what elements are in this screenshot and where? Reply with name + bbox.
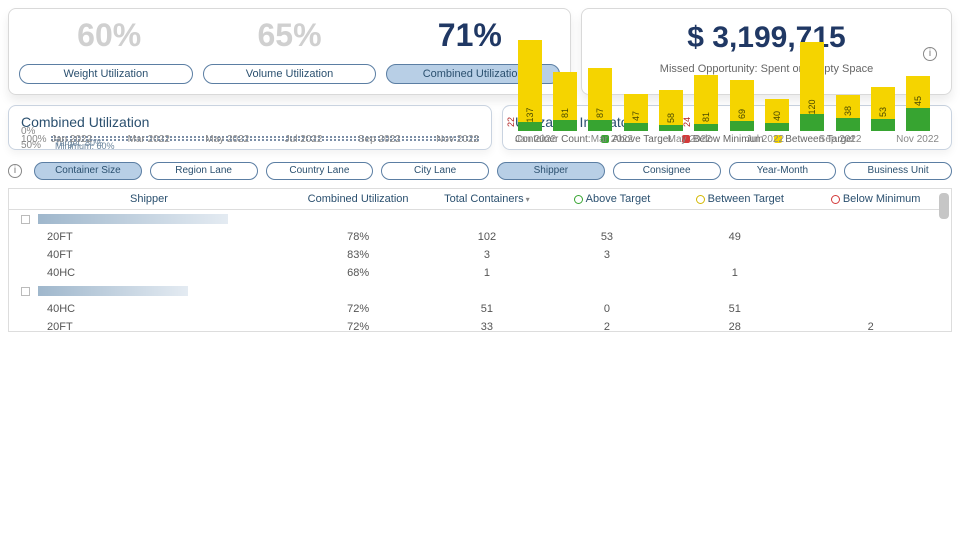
info-icon[interactable]: i — [923, 47, 937, 61]
filter-city-lane[interactable]: City Lane — [381, 162, 489, 180]
shipper-table: ShipperCombined UtilizationTotal Contain… — [9, 189, 939, 332]
legend-dot-icon — [574, 195, 583, 204]
kpi-tab-row: Weight Utilization Volume Utilization Co… — [19, 64, 560, 84]
kpi-weight-value: 60% — [77, 17, 141, 54]
x-tick: Jul 2022 — [746, 134, 784, 145]
table-group-row[interactable] — [9, 210, 939, 229]
kpi-missed-card: $ 3,199,715 Missed Opportunity: Spent on… — [581, 8, 952, 95]
kpi-combined-value: 71% — [438, 17, 502, 54]
missed-opportunity-value: $ 3,199,715 — [592, 21, 941, 55]
indicator-x-axis: Jan 2022 Mar 2022 May 2022 Jul 2022 Sep … — [515, 134, 939, 145]
info-icon[interactable]: i — [8, 164, 22, 178]
indicator-bar: 53 — [871, 87, 895, 131]
indicator-bar: 45 — [906, 76, 930, 131]
tab-volume-utilization[interactable]: Volume Utilization — [203, 64, 377, 84]
combined-x-axis: Jan 2022 Mar 2022 May 2022 Jul 2022 Sep … — [51, 134, 479, 145]
x-tick: Nov 2022 — [436, 134, 479, 145]
vertical-scrollbar[interactable] — [939, 193, 949, 327]
indicator-bar: 137 — [518, 40, 542, 131]
indicator-bar: 40 — [765, 99, 789, 131]
table-row[interactable]: 20FT78%1025349 — [9, 228, 939, 246]
checkbox-icon[interactable] — [21, 287, 30, 296]
x-tick: Nov 2022 — [896, 134, 939, 145]
x-tick: Sep 2022 — [358, 134, 401, 145]
table-row[interactable]: 40HC68%11 — [9, 264, 939, 282]
x-tick: Sep 2022 — [819, 134, 862, 145]
filter-region-lane[interactable]: Region Lane — [150, 162, 258, 180]
x-tick: May 2022 — [205, 134, 249, 145]
missed-opportunity-label: Missed Opportunity: Spent on Empty Space — [592, 63, 941, 75]
below-min-label: 24 — [682, 117, 692, 127]
indicator-bar: 58 — [659, 90, 683, 131]
utilization-indicator-panel: Utilization Indicator Container Count: A… — [502, 105, 952, 150]
x-tick: Mar 2022 — [128, 134, 170, 145]
shipper-table-wrap: ShipperCombined UtilizationTotal Contain… — [8, 188, 952, 332]
col-shipper[interactable]: Shipper — [9, 189, 289, 210]
col-above-target[interactable]: Above Target — [547, 189, 668, 210]
shipper-bar — [38, 286, 188, 296]
legend-dot-icon — [831, 195, 840, 204]
tab-weight-utilization[interactable]: Weight Utilization — [19, 64, 193, 84]
col-below-minimum[interactable]: Below Minimum — [802, 189, 939, 210]
indicator-bar: 38 — [836, 95, 860, 131]
col-between-target[interactable]: Between Target — [667, 189, 802, 210]
filter-row: i Container Size Region Lane Country Lane C… — [8, 162, 952, 180]
x-tick: Mar 2022 — [591, 134, 633, 145]
y-tick: 0% — [21, 126, 35, 137]
filter-year-month[interactable]: Year-Month — [729, 162, 837, 180]
col-combined-utilization[interactable]: Combined Utilization — [289, 189, 427, 210]
col-total-containers[interactable]: Total Containers▾ — [427, 189, 546, 210]
scrollbar-thumb[interactable] — [939, 193, 949, 219]
filter-business-unit[interactable]: Business Unit — [844, 162, 952, 180]
indicator-bar: 81 — [694, 75, 718, 131]
indicator-bar: 81 — [553, 72, 577, 131]
indicator-bar: 87 — [588, 68, 612, 131]
checkbox-icon[interactable] — [21, 215, 30, 224]
filter-shipper[interactable]: Shipper — [497, 162, 605, 180]
x-tick: Jul 2022 — [285, 134, 323, 145]
table-row[interactable]: 40HC72%51051 — [9, 300, 939, 318]
y-tick: 50% — [21, 140, 41, 151]
table-row[interactable]: 20FT72%332282 — [9, 318, 939, 332]
combined-utilization-title: Combined Utilization — [21, 114, 479, 130]
filter-container-size[interactable]: Container Size — [34, 162, 142, 180]
combined-utilization-chart: 100% 50% 0% Target: 80% Minimum: 60% Jan… — [21, 134, 479, 145]
indicator-bar: 120 — [800, 42, 824, 131]
shipper-bar — [38, 214, 228, 224]
indicator-bar: 69 — [730, 80, 754, 131]
legend-dot-icon — [696, 195, 705, 204]
x-tick: May 2022 — [668, 134, 712, 145]
table-row[interactable]: 40FT83%33 — [9, 246, 939, 264]
table-group-row[interactable] — [9, 282, 939, 300]
indicator-bar: 47 — [624, 94, 648, 131]
x-tick: Jan 2022 — [515, 134, 556, 145]
filter-consignee[interactable]: Consignee — [613, 162, 721, 180]
below-min-label: 22 — [506, 117, 516, 127]
filter-country-lane[interactable]: Country Lane — [266, 162, 374, 180]
combined-utilization-panel: Combined Utilization 100% 50% 0% Target:… — [8, 105, 492, 150]
kpi-volume-value: 65% — [257, 17, 321, 54]
kpi-utilization-card: 60% 65% 71% Weight Utilization Volume Ut… — [8, 8, 571, 95]
x-tick: Jan 2022 — [51, 134, 92, 145]
